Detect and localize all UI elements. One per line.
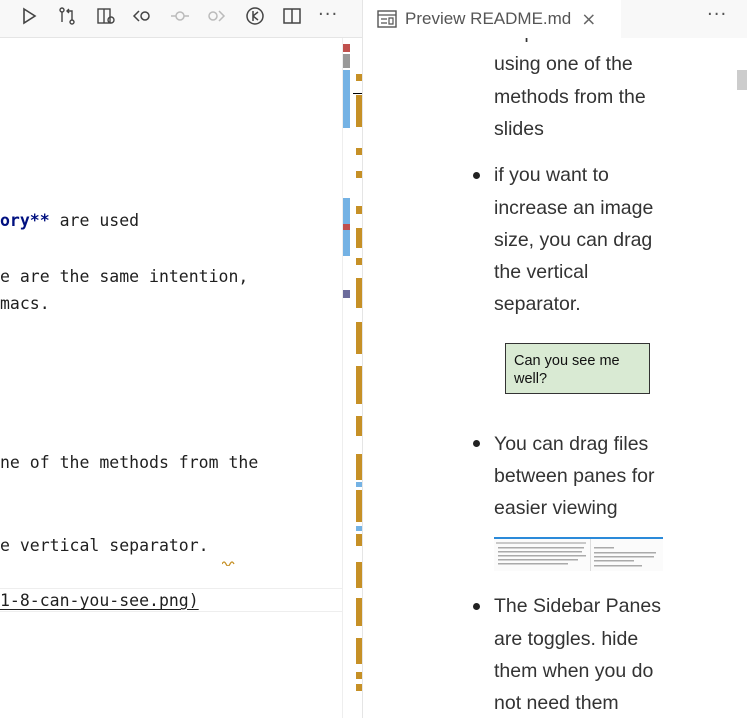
preview-text-line: methods from the bbox=[494, 86, 646, 108]
preview-text-line: between panes for bbox=[494, 465, 655, 487]
close-icon[interactable]: × bbox=[581, 9, 596, 30]
commit-icon[interactable] bbox=[167, 3, 193, 29]
markdown-preview: in split screen using one of the methods… bbox=[363, 38, 747, 718]
preview-text-line: are toggles. hide bbox=[494, 628, 639, 650]
editor-scrollbar[interactable] bbox=[342, 38, 351, 718]
tab-label: Preview README.md bbox=[405, 9, 572, 28]
overview-ruler bbox=[353, 38, 362, 718]
code-line: ne of the methods from the bbox=[0, 453, 259, 472]
preview-text-line: using one of the bbox=[494, 53, 633, 75]
image-link-text: 1-8-can-you-see.png) bbox=[0, 591, 199, 610]
list-bullet bbox=[473, 172, 480, 179]
preview-text-line: them when you do bbox=[494, 660, 654, 682]
code-line: macs. bbox=[0, 294, 50, 313]
tab-preview-readme[interactable]: Preview README.md × bbox=[363, 0, 621, 38]
preview-text-line: increase an image bbox=[494, 197, 654, 219]
open-preview-icon[interactable] bbox=[93, 3, 119, 29]
code-line-current: 1-8-can-you-see.png) bbox=[0, 590, 199, 612]
preview-text-line: if you want to bbox=[494, 164, 609, 186]
code-line: e vertical separator. bbox=[0, 536, 209, 555]
embedded-image-can-you-see: Can you see me well? bbox=[505, 343, 650, 394]
go-forward-icon[interactable] bbox=[203, 3, 229, 29]
preview-pane[interactable]: Preview README.md × ··· in split screen … bbox=[363, 0, 747, 718]
preview-text-line: The Sidebar Panes bbox=[494, 595, 661, 617]
embedded-screenshot-thumbnail bbox=[494, 537, 663, 571]
timeline-icon[interactable] bbox=[242, 3, 268, 29]
compare-changes-icon[interactable] bbox=[54, 3, 80, 29]
list-bullet bbox=[473, 440, 480, 447]
preview-text-line: You can drag files bbox=[494, 433, 649, 455]
preview-more-actions-button[interactable]: ··· bbox=[707, 4, 727, 25]
editor-pane[interactable]: ··· ory** are used e are the same intent… bbox=[0, 0, 362, 718]
preview-text-line: separator. bbox=[494, 293, 581, 315]
preview-text-line: in split screen bbox=[494, 38, 684, 48]
preview-text-line: easier viewing bbox=[494, 497, 618, 519]
code-line: ory** are used bbox=[0, 211, 140, 230]
preview-text-line: not need them bbox=[494, 692, 619, 714]
editor-toolbar: ··· bbox=[0, 0, 362, 38]
preview-text-line: slides bbox=[494, 118, 544, 140]
preview-scrollbar-thumb[interactable] bbox=[737, 70, 747, 90]
spelling-warning-squiggle bbox=[222, 561, 235, 566]
code-editor[interactable]: ory** are used e are the same intention,… bbox=[0, 38, 342, 718]
split-editor-icon[interactable] bbox=[279, 3, 305, 29]
code-line: e are the same intention, bbox=[0, 267, 249, 286]
go-back-icon[interactable] bbox=[129, 3, 155, 29]
more-actions-button[interactable]: ··· bbox=[318, 4, 338, 25]
preview-icon bbox=[377, 10, 397, 28]
preview-text-line: size, you can drag bbox=[494, 229, 653, 251]
preview-text-line: the vertical bbox=[494, 261, 589, 283]
list-bullet bbox=[473, 603, 480, 610]
run-icon[interactable] bbox=[16, 3, 42, 29]
preview-tab-bar: Preview README.md × ··· bbox=[363, 0, 747, 38]
